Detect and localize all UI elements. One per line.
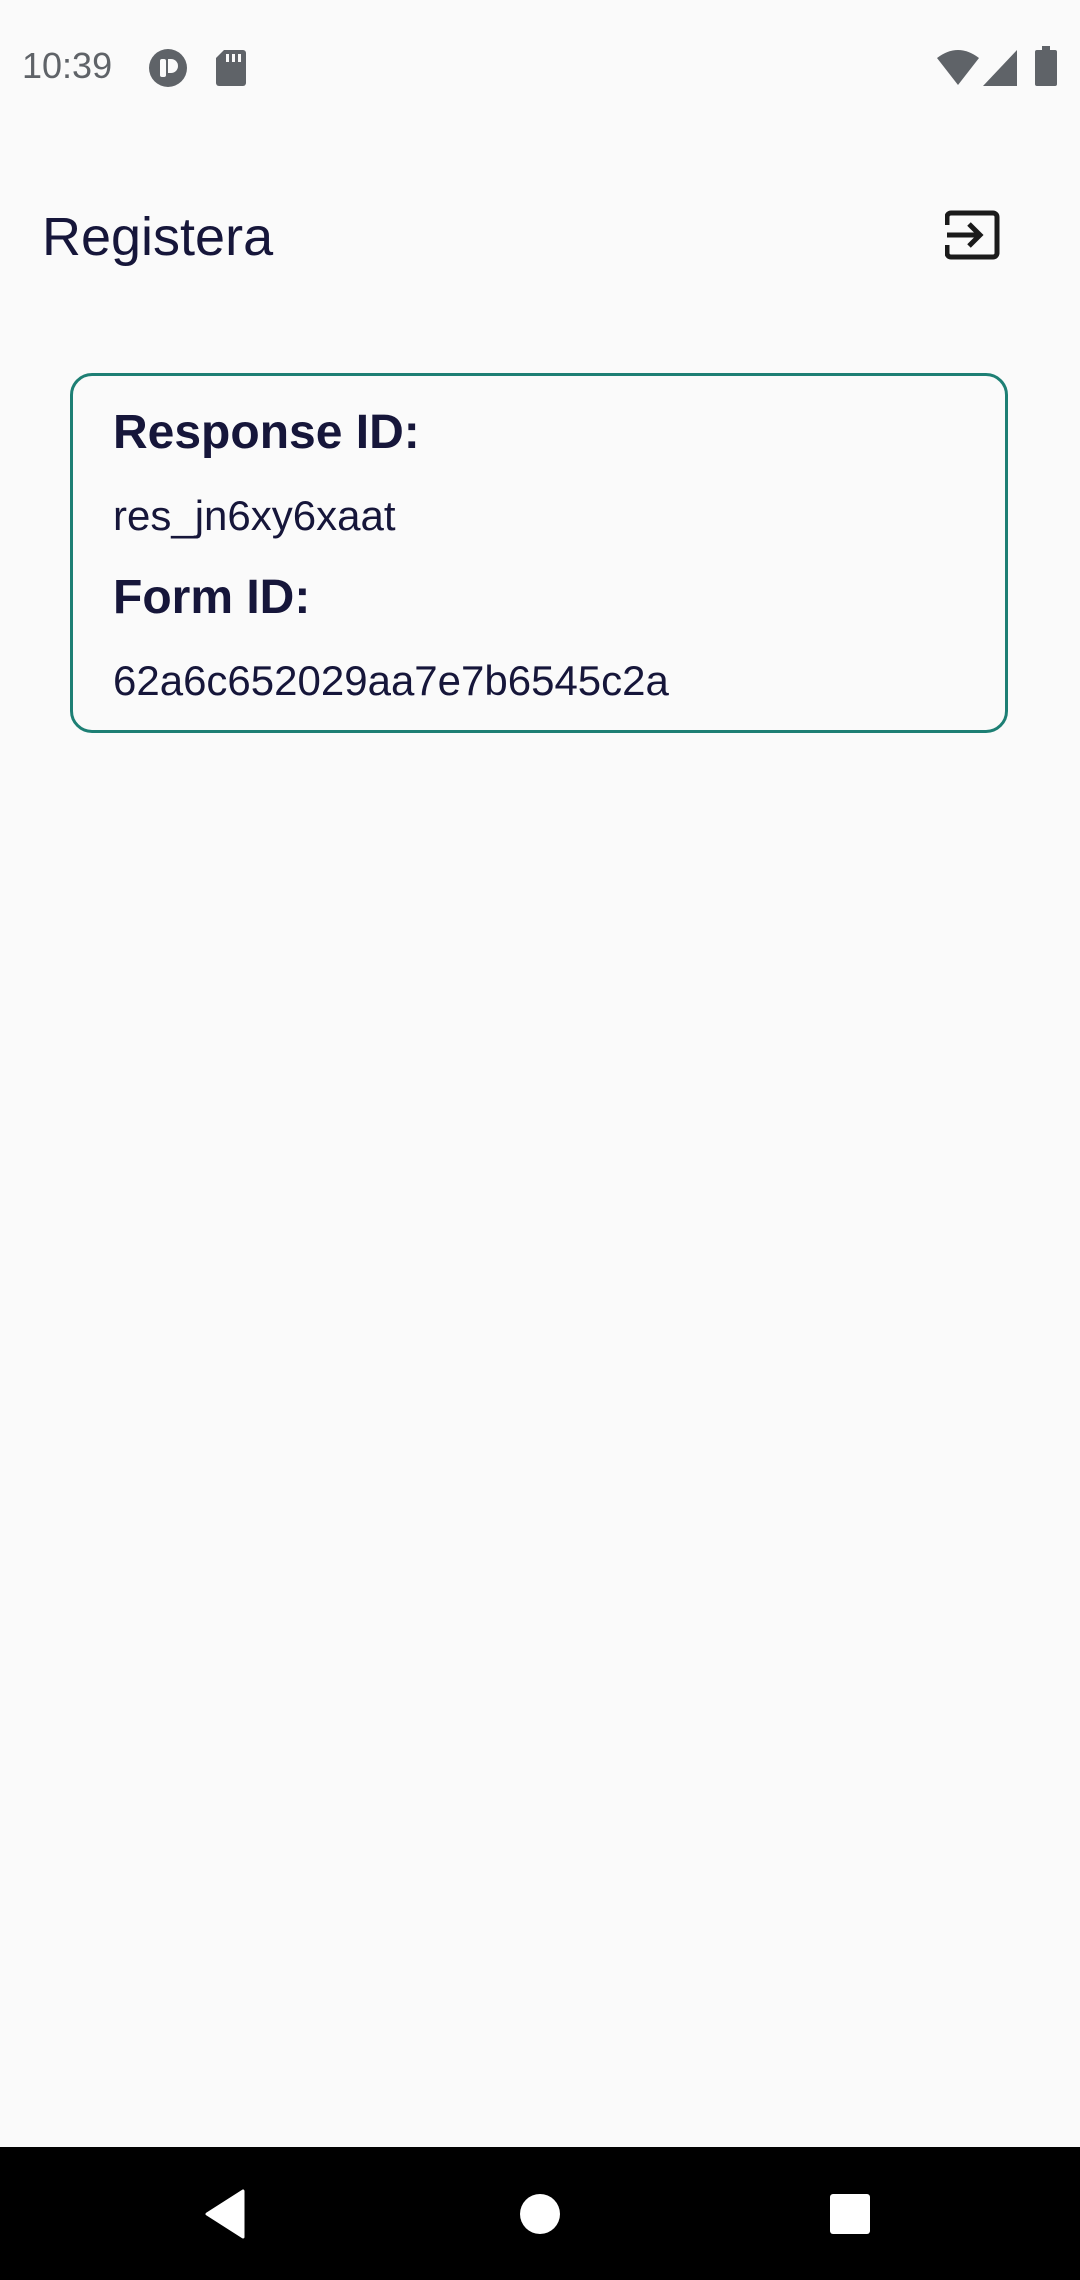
back-icon <box>205 2189 245 2238</box>
navigation-bar <box>0 2147 1080 2280</box>
notification-app-icon <box>149 49 187 87</box>
cell-signal-icon <box>983 50 1017 86</box>
response-id-value: res_jn6xy6xaat <box>113 492 396 539</box>
battery-icon <box>1035 46 1057 86</box>
status-bar: 10:39 <box>0 0 1080 132</box>
wifi-icon <box>937 50 979 85</box>
page-title: Registera <box>42 207 274 267</box>
home-button[interactable] <box>450 2147 630 2280</box>
response-id-label: Response ID: <box>113 406 420 459</box>
logout-button[interactable] <box>918 180 1028 290</box>
recents-icon <box>830 2193 870 2234</box>
logout-icon <box>945 210 1000 260</box>
response-card: Response ID: res_jn6xy6xaat Form ID: 62a… <box>70 373 1008 733</box>
screen: 10:39 Registera Response ID: res_jn6xy6x… <box>0 0 1080 2280</box>
sd-card-icon <box>216 50 246 86</box>
recents-button[interactable] <box>760 2147 940 2280</box>
status-time: 10:39 <box>22 45 113 86</box>
home-icon <box>520 2193 560 2234</box>
form-id-value: 62a6c652029aa7e7b6545c2a <box>113 657 669 704</box>
back-button[interactable] <box>135 2147 315 2280</box>
form-id-label: Form ID: <box>113 571 311 624</box>
